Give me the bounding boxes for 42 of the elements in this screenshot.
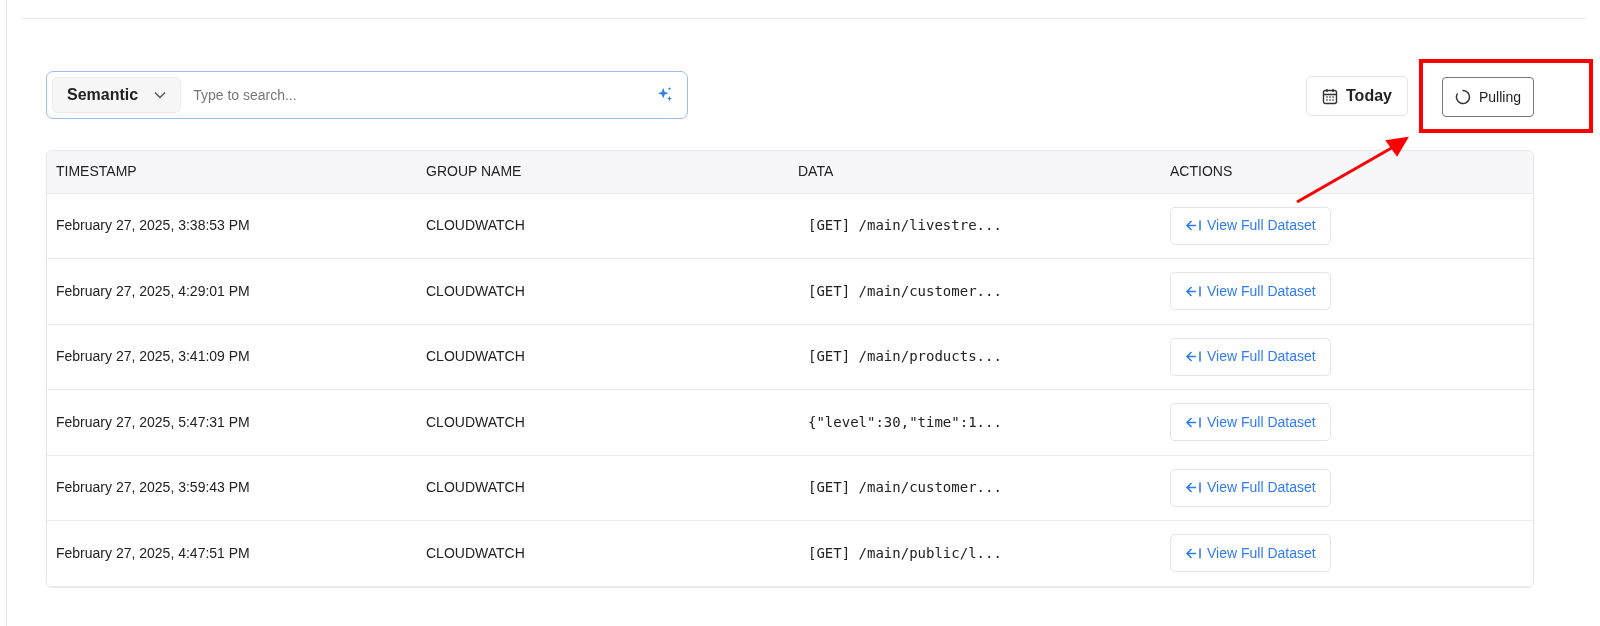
table-cell: CLOUDWATCH [417, 193, 789, 259]
view-dataset-button[interactable]: View Full Dataset [1170, 337, 1331, 376]
table-cell: [GET] /main/livestre... [789, 193, 1161, 259]
table-cell: CLOUDWATCH [417, 520, 789, 586]
search-mode-dropdown[interactable]: Semantic [52, 77, 182, 113]
table-cell: {"level":30,"time":1... [789, 389, 1161, 455]
table-cell: February 27, 2025, 3:41:09 PM [47, 324, 417, 390]
view-dataset-button[interactable]: View Full Dataset [1170, 468, 1331, 507]
column-header: ACTIONS [1161, 151, 1533, 193]
table-cell: CLOUDWATCH [417, 389, 789, 455]
table-cell: [GET] /main/public/l... [789, 520, 1161, 586]
arrow-left-icon [1185, 546, 1203, 560]
table-cell: February 27, 2025, 5:47:31 PM [47, 389, 417, 455]
table-cell: [GET] /main/customer... [789, 455, 1161, 521]
view-dataset-button[interactable]: View Full Dataset [1170, 403, 1331, 442]
search-mode-label: Semantic [67, 85, 139, 105]
table-cell: CLOUDWATCH [417, 258, 789, 324]
table-cell: [GET] /main/customer... [789, 258, 1161, 324]
view-dataset-button[interactable]: View Full Dataset [1170, 534, 1331, 573]
calendar-icon [1322, 87, 1339, 105]
table-cell: February 27, 2025, 3:38:53 PM [47, 193, 417, 259]
arrow-left-icon [1185, 415, 1203, 429]
view-dataset-button[interactable]: View Full Dataset [1170, 206, 1331, 245]
date-filter-button[interactable]: Today [1306, 76, 1408, 116]
column-header: DATA [789, 151, 1161, 193]
arrow-left-icon [1185, 284, 1203, 298]
view-dataset-button[interactable]: View Full Dataset [1170, 272, 1331, 311]
table-cell: February 27, 2025, 3:59:43 PM [47, 455, 417, 521]
arrow-left-icon [1185, 481, 1203, 495]
table-cell: [GET] /main/products... [789, 324, 1161, 390]
column-header: GROUP NAME [417, 151, 789, 193]
table-cell: February 27, 2025, 4:47:51 PM [47, 520, 417, 586]
arrow-left-icon [1185, 350, 1203, 364]
chevron-down-icon [154, 91, 167, 99]
pulling-button[interactable]: Pulling [1442, 77, 1534, 117]
sparkle-icon[interactable] [656, 86, 674, 104]
search-field[interactable]: Semantic Type to search... [46, 71, 688, 119]
column-header: TIMESTAMP [47, 151, 417, 193]
table-cell: CLOUDWATCH [417, 455, 789, 521]
table-cell: CLOUDWATCH [417, 324, 789, 390]
arrow-left-icon [1185, 219, 1203, 233]
table-cell: February 27, 2025, 4:29:01 PM [47, 258, 417, 324]
